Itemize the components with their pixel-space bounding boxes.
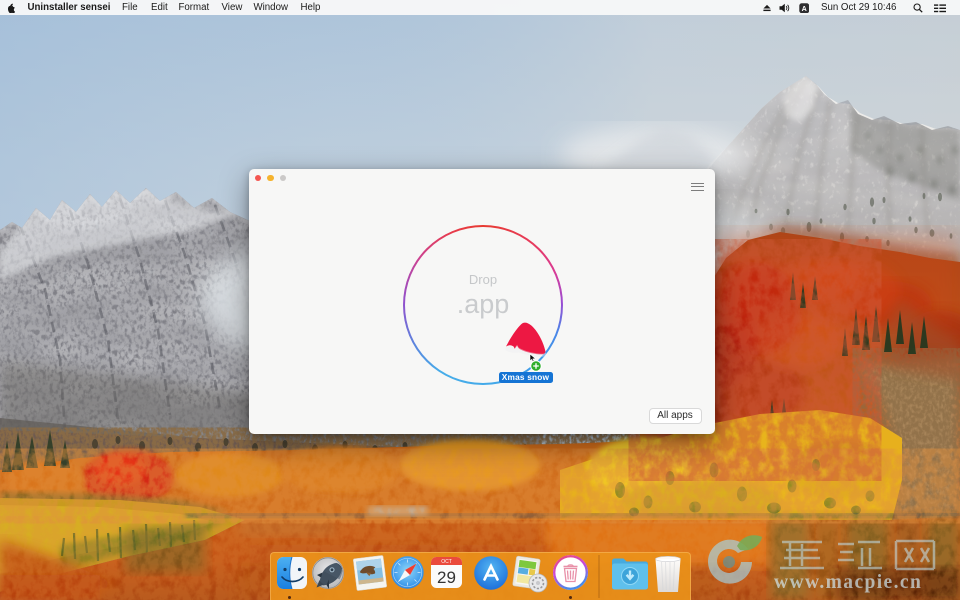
svg-text:OCT: OCT [441, 559, 452, 565]
svg-text:www.macpie.cn: www.macpie.cn [774, 572, 922, 593]
svg-text:29: 29 [437, 568, 456, 587]
svg-text:A: A [801, 4, 806, 12]
